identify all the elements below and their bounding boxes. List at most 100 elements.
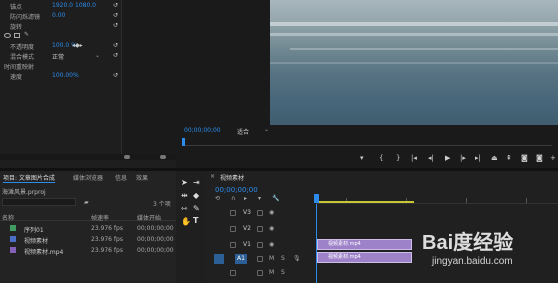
clip-name: 视频素材.mp4 — [328, 254, 361, 260]
scrollbar-handle[interactable] — [160, 155, 166, 159]
wrench-icon[interactable]: 🔧 — [272, 195, 279, 202]
sync-lock-icon[interactable] — [257, 256, 263, 262]
track-label[interactable]: A1 — [237, 255, 245, 262]
go-to-in-icon[interactable]: |◂ — [411, 154, 417, 162]
chevron-down-icon[interactable]: ⌄ — [95, 52, 100, 59]
transport-controls: ▾ { } |◂ ◂| ▶ |▸ ▸| ⏏ ⇞ ◙ ◙ + — [354, 154, 558, 164]
lift-icon[interactable]: ⏏ — [491, 154, 498, 162]
audio-clip[interactable]: 视频素材.mp4 — [317, 252, 412, 263]
timeline-timecode[interactable]: 00;00;00;00 — [215, 186, 258, 194]
sync-lock-icon[interactable] — [257, 210, 263, 216]
effect-value[interactable]: 0.00 — [52, 12, 65, 19]
reset-icon[interactable]: ↺ — [113, 42, 118, 49]
reset-icon[interactable]: ↺ — [113, 2, 118, 9]
pen-mask-icon[interactable]: ✎ — [24, 31, 29, 38]
effect-value[interactable]: 1080.0 — [75, 2, 96, 9]
tab-sequence[interactable]: 视频素材 — [220, 173, 244, 182]
tab-info[interactable]: 信息 — [115, 173, 127, 182]
column-framerate[interactable]: 帧速率 — [91, 213, 109, 222]
tab-project[interactable]: 项目: 文章图片合成 — [3, 173, 55, 183]
timeline-ruler[interactable] — [314, 184, 558, 204]
scrollbar-handle[interactable] — [124, 155, 130, 159]
source-patch-a1[interactable] — [214, 254, 224, 264]
program-timecode[interactable]: 00;00;00;00 — [184, 127, 221, 134]
list-item[interactable]: 视频素材 23.976 fps 00;00;00;00 — [0, 234, 176, 245]
effect-value[interactable]: 1920.0 — [52, 2, 73, 9]
pen-tool-icon[interactable]: ✎ — [193, 204, 200, 213]
ripple-edit-tool-icon[interactable]: ⇹ — [181, 191, 188, 200]
work-area-bar[interactable] — [316, 201, 414, 203]
mark-in-icon[interactable]: { — [379, 154, 383, 162]
lock-icon[interactable] — [230, 242, 236, 248]
snap-icon[interactable]: ∩ — [231, 195, 235, 202]
track-label[interactable]: V2 — [243, 225, 251, 232]
solo-icon[interactable]: S — [281, 255, 285, 262]
item-name: 视频素材 — [24, 238, 49, 245]
effect-row-time-remap: 时间重映射 — [0, 62, 176, 72]
lock-icon[interactable] — [230, 226, 236, 232]
reset-icon[interactable]: ↺ — [113, 22, 118, 29]
mute-icon[interactable]: M — [269, 269, 274, 276]
eye-icon[interactable]: ◉ — [269, 209, 274, 216]
eye-icon[interactable]: ◉ — [269, 225, 274, 232]
playhead-icon[interactable] — [314, 194, 319, 203]
item-fps: 23.976 fps — [91, 236, 123, 243]
comparison-view-icon[interactable]: ◙ — [536, 154, 543, 162]
lock-icon[interactable] — [230, 210, 236, 216]
lock-icon[interactable] — [230, 270, 236, 276]
blend-mode-select[interactable]: 正常 — [52, 52, 64, 61]
razor-tool-icon[interactable]: ◆ — [193, 191, 199, 200]
column-name[interactable]: 名称 — [2, 213, 14, 222]
sync-lock-icon[interactable] — [257, 270, 263, 276]
sync-lock-icon[interactable] — [257, 242, 263, 248]
sync-lock-icon[interactable] — [257, 226, 263, 232]
hand-tool-icon[interactable]: ✋ — [181, 217, 191, 226]
track-select-tool-icon[interactable]: ⇥ — [193, 178, 200, 187]
list-item[interactable]: 序列01 23.976 fps 00;00;00;00 — [0, 223, 176, 234]
rectangle-mask-icon[interactable] — [14, 33, 20, 38]
effect-label: 锚点 — [10, 4, 23, 11]
fit-select[interactable]: 适合 — [237, 127, 249, 136]
track-label[interactable]: V1 — [243, 241, 251, 248]
search-input[interactable] — [2, 198, 76, 206]
program-scrubber[interactable] — [182, 138, 552, 146]
reset-icon[interactable]: ↺ — [113, 12, 118, 19]
solo-icon[interactable]: S — [281, 269, 285, 276]
chevron-down-icon[interactable]: ⌄ — [264, 126, 269, 133]
effect-controls-scrollbar[interactable] — [0, 154, 176, 160]
nest-icon[interactable]: ⟲ — [215, 195, 220, 202]
slip-tool-icon[interactable]: ⇿ — [181, 204, 188, 213]
step-forward-icon[interactable]: |▸ — [460, 154, 466, 162]
step-back-icon[interactable]: ◂| — [428, 154, 434, 162]
play-icon[interactable]: ▶ — [445, 154, 450, 162]
list-item[interactable]: 视频素材.mp4 23.976 fps 00;00;00;00 — [0, 245, 176, 256]
folder-icon[interactable]: ▰ — [84, 199, 89, 206]
effect-label: 速度 — [10, 74, 23, 81]
keyframe-nav-icon[interactable]: ◂◆▸ — [72, 42, 83, 49]
go-to-out-icon[interactable]: ▸| — [475, 154, 481, 162]
linked-selection-icon[interactable]: ▸ — [244, 195, 247, 202]
reset-icon[interactable]: ↺ — [113, 72, 118, 79]
playhead-icon[interactable] — [182, 138, 185, 146]
eye-icon[interactable]: ◉ — [269, 241, 274, 248]
column-media-start[interactable]: 媒体开始 — [137, 213, 161, 222]
ellipse-mask-icon[interactable] — [4, 33, 11, 38]
camera-icon[interactable]: ◙ — [521, 154, 528, 162]
tab-media-browser[interactable]: 媒体浏览器 — [73, 173, 103, 182]
type-tool-icon[interactable]: T — [193, 216, 198, 225]
tab-effects[interactable]: 效果 — [136, 173, 148, 182]
track-label[interactable]: V3 — [243, 209, 251, 216]
wave-foam — [290, 48, 558, 50]
mute-icon[interactable]: M — [269, 255, 274, 262]
selection-tool-icon[interactable]: ➤ — [181, 178, 188, 187]
extract-icon[interactable]: ⇞ — [506, 154, 512, 162]
reset-icon[interactable]: ↺ — [113, 52, 118, 59]
video-clip[interactable]: 视频素材.mp4 — [317, 239, 412, 250]
add-marker-icon[interactable]: ▾ — [360, 154, 364, 162]
mic-icon[interactable]: 🎙 — [293, 255, 301, 262]
button-editor-icon[interactable]: + — [550, 154, 556, 162]
close-icon[interactable]: × — [210, 173, 215, 180]
add-marker-icon[interactable]: ▾ — [258, 195, 261, 202]
effect-value[interactable]: 100.00% — [52, 72, 79, 79]
mark-out-icon[interactable]: } — [396, 154, 400, 162]
